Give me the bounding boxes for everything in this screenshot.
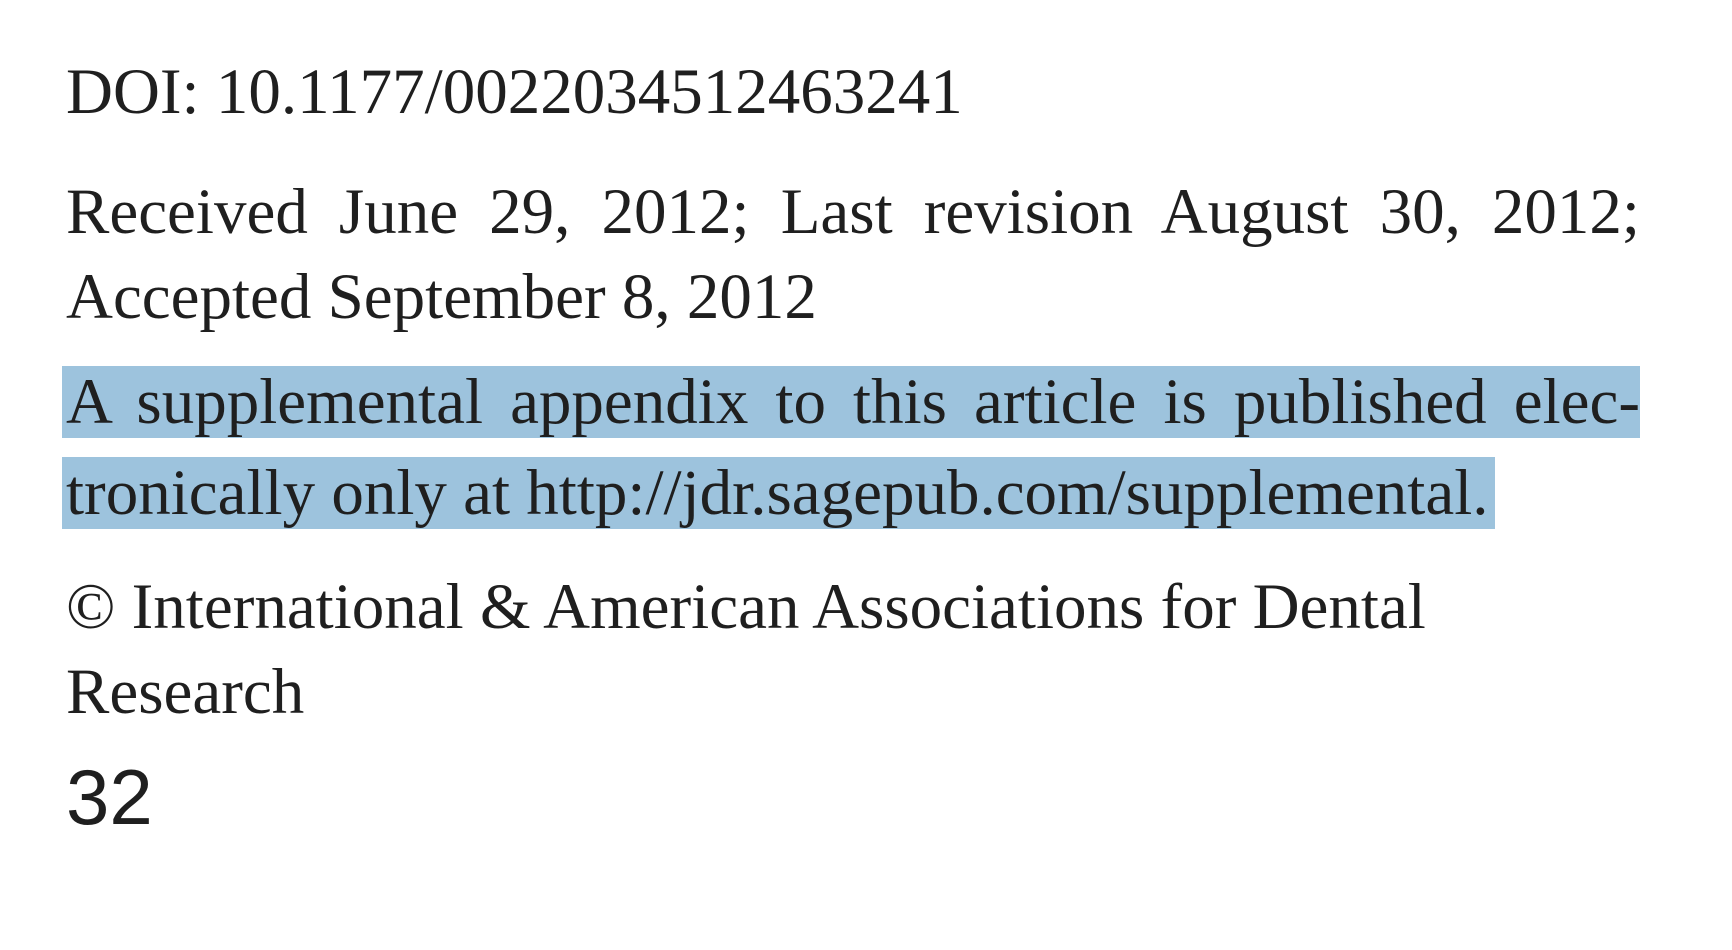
document-page: DOI: 10.1177/0022034512463241 Received J… (0, 0, 1732, 950)
doi-text[interactable]: DOI: 10.1177/0022034512463241 (66, 50, 1640, 135)
received-dates-line-1[interactable]: Received June 29, 2012; Last revision Au… (66, 170, 1640, 255)
supplement-note-line-2[interactable]: tronically only at http://jdr.sagepub.co… (62, 457, 1495, 529)
received-dates: Received June 29, 2012; Last revision Au… (66, 170, 1640, 340)
supplement-note-selected[interactable]: A supplemental appendix to this article … (62, 366, 1640, 536)
supplement-note-line-1[interactable]: A supplemental appendix to this article … (62, 366, 1640, 438)
page-number: 32 (66, 753, 153, 841)
copyright-notice[interactable]: © International & American Associations … (66, 565, 1640, 735)
received-dates-line-2[interactable]: Accepted September 8, 2012 (66, 255, 1640, 340)
